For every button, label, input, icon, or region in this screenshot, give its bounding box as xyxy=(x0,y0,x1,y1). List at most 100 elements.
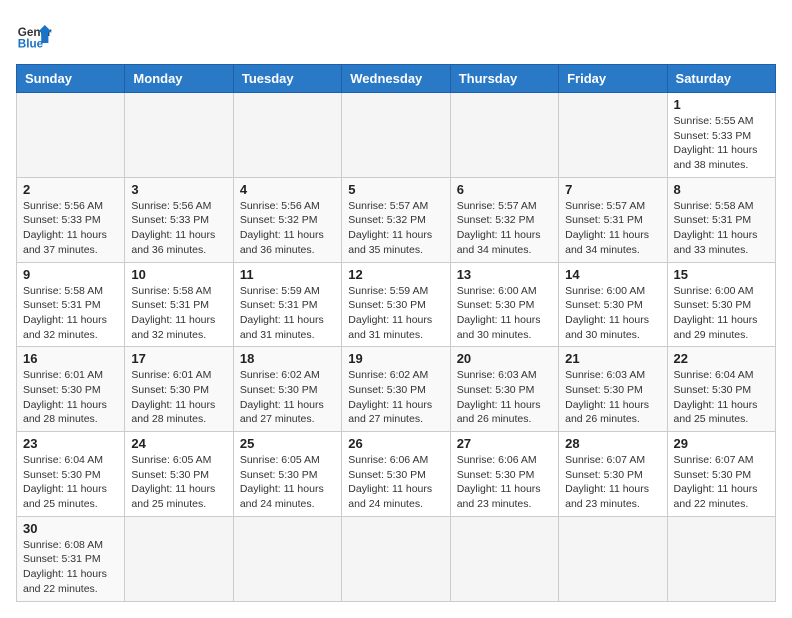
calendar-week-row: 16 Sunrise: 6:01 AMSunset: 5:30 PMDayligh… xyxy=(17,347,776,432)
day-number: 17 xyxy=(131,351,226,366)
day-info: Sunrise: 6:06 AMSunset: 5:30 PMDaylight:… xyxy=(348,453,443,512)
day-number: 8 xyxy=(674,182,769,197)
day-number: 18 xyxy=(240,351,335,366)
day-info: Sunrise: 6:07 AMSunset: 5:30 PMDaylight:… xyxy=(565,453,660,512)
day-info: Sunrise: 6:07 AMSunset: 5:30 PMDaylight:… xyxy=(674,453,769,512)
weekday-header-sunday: Sunday xyxy=(17,65,125,93)
calendar-cell: 17 Sunrise: 6:01 AMSunset: 5:30 PMDayligh… xyxy=(125,347,233,432)
day-number: 15 xyxy=(674,267,769,282)
calendar-cell: 26 Sunrise: 6:06 AMSunset: 5:30 PMDayligh… xyxy=(342,432,450,517)
day-info: Sunrise: 6:01 AMSunset: 5:30 PMDaylight:… xyxy=(23,368,118,427)
day-number: 10 xyxy=(131,267,226,282)
day-number: 6 xyxy=(457,182,552,197)
weekday-header-thursday: Thursday xyxy=(450,65,558,93)
day-info: Sunrise: 6:08 AMSunset: 5:31 PMDaylight:… xyxy=(23,538,118,597)
calendar-cell: 16 Sunrise: 6:01 AMSunset: 5:30 PMDayligh… xyxy=(17,347,125,432)
calendar-cell: 7 Sunrise: 5:57 AMSunset: 5:31 PMDaylight… xyxy=(559,177,667,262)
svg-text:Blue: Blue xyxy=(18,38,44,51)
calendar-cell xyxy=(233,516,341,601)
day-number: 19 xyxy=(348,351,443,366)
day-number: 16 xyxy=(23,351,118,366)
calendar-cell: 3Sunrise: 5:56 AMSunset: 5:33 PMDaylight… xyxy=(125,177,233,262)
calendar-cell: 27 Sunrise: 6:06 AMSunset: 5:30 PMDayligh… xyxy=(450,432,558,517)
day-info: Sunrise: 6:00 AMSunset: 5:30 PMDaylight:… xyxy=(674,284,769,343)
calendar-cell xyxy=(559,516,667,601)
calendar-week-row: 1Sunrise: 5:55 AMSunset: 5:33 PMDaylight… xyxy=(17,93,776,178)
day-info: Sunrise: 5:58 AMSunset: 5:31 PMDaylight:… xyxy=(674,199,769,258)
day-info: Sunrise: 6:02 AMSunset: 5:30 PMDaylight:… xyxy=(348,368,443,427)
calendar-cell: 12Sunrise: 5:59 AMSunset: 5:30 PMDayligh… xyxy=(342,262,450,347)
calendar-cell xyxy=(667,516,775,601)
calendar-week-row: 23 Sunrise: 6:04 AMSunset: 5:30 PMDayligh… xyxy=(17,432,776,517)
day-number: 22 xyxy=(674,351,769,366)
calendar-cell: 13Sunrise: 6:00 AMSunset: 5:30 PMDayligh… xyxy=(450,262,558,347)
calendar-cell: 28 Sunrise: 6:07 AMSunset: 5:30 PMDayligh… xyxy=(559,432,667,517)
calendar-cell: 18 Sunrise: 6:02 AMSunset: 5:30 PMDayligh… xyxy=(233,347,341,432)
calendar-cell: 24 Sunrise: 6:05 AMSunset: 5:30 PMDayligh… xyxy=(125,432,233,517)
day-info: Sunrise: 6:01 AMSunset: 5:30 PMDaylight:… xyxy=(131,368,226,427)
calendar-cell: 8 Sunrise: 5:58 AMSunset: 5:31 PMDaylight… xyxy=(667,177,775,262)
day-number: 23 xyxy=(23,436,118,451)
calendar-cell: 6 Sunrise: 5:57 AMSunset: 5:32 PMDaylight… xyxy=(450,177,558,262)
calendar-cell: 23 Sunrise: 6:04 AMSunset: 5:30 PMDayligh… xyxy=(17,432,125,517)
calendar-table: SundayMondayTuesdayWednesdayThursdayFrid… xyxy=(16,64,776,602)
calendar-cell xyxy=(450,93,558,178)
day-info: Sunrise: 5:59 AMSunset: 5:31 PMDaylight:… xyxy=(240,284,335,343)
day-number: 4 xyxy=(240,182,335,197)
day-number: 7 xyxy=(565,182,660,197)
weekday-header-row: SundayMondayTuesdayWednesdayThursdayFrid… xyxy=(17,65,776,93)
calendar-cell: 21 Sunrise: 6:03 AMSunset: 5:30 PMDayligh… xyxy=(559,347,667,432)
day-info: Sunrise: 6:06 AMSunset: 5:30 PMDaylight:… xyxy=(457,453,552,512)
calendar-cell: 14Sunrise: 6:00 AMSunset: 5:30 PMDayligh… xyxy=(559,262,667,347)
day-info: Sunrise: 5:57 AMSunset: 5:32 PMDaylight:… xyxy=(457,199,552,258)
calendar-cell: 25Sunrise: 6:05 AMSunset: 5:30 PMDayligh… xyxy=(233,432,341,517)
page-header: General Blue xyxy=(16,16,776,52)
calendar-cell: 1Sunrise: 5:55 AMSunset: 5:33 PMDaylight… xyxy=(667,93,775,178)
calendar-cell: 4 Sunrise: 5:56 AMSunset: 5:32 PMDaylight… xyxy=(233,177,341,262)
weekday-header-saturday: Saturday xyxy=(667,65,775,93)
day-number: 21 xyxy=(565,351,660,366)
day-number: 11 xyxy=(240,267,335,282)
calendar-cell: 22 Sunrise: 6:04 AMSunset: 5:30 PMDayligh… xyxy=(667,347,775,432)
day-number: 1 xyxy=(674,97,769,112)
calendar-cell: 15 Sunrise: 6:00 AMSunset: 5:30 PMDayligh… xyxy=(667,262,775,347)
day-info: Sunrise: 5:56 AMSunset: 5:32 PMDaylight:… xyxy=(240,199,335,258)
day-number: 29 xyxy=(674,436,769,451)
calendar-cell: 10 Sunrise: 5:58 AMSunset: 5:31 PMDayligh… xyxy=(125,262,233,347)
calendar-cell xyxy=(342,516,450,601)
day-number: 12 xyxy=(348,267,443,282)
day-number: 9 xyxy=(23,267,118,282)
day-info: Sunrise: 5:58 AMSunset: 5:31 PMDaylight:… xyxy=(23,284,118,343)
day-info: Sunrise: 6:02 AMSunset: 5:30 PMDaylight:… xyxy=(240,368,335,427)
day-info: Sunrise: 6:03 AMSunset: 5:30 PMDaylight:… xyxy=(565,368,660,427)
day-info: Sunrise: 6:05 AMSunset: 5:30 PMDaylight:… xyxy=(240,453,335,512)
calendar-cell: 2Sunrise: 5:56 AMSunset: 5:33 PMDaylight… xyxy=(17,177,125,262)
calendar-cell xyxy=(17,93,125,178)
calendar-cell: 11 Sunrise: 5:59 AMSunset: 5:31 PMDayligh… xyxy=(233,262,341,347)
day-number: 13 xyxy=(457,267,552,282)
day-info: Sunrise: 6:04 AMSunset: 5:30 PMDaylight:… xyxy=(674,368,769,427)
calendar-cell xyxy=(342,93,450,178)
logo-icon: General Blue xyxy=(16,16,52,52)
day-info: Sunrise: 5:56 AMSunset: 5:33 PMDaylight:… xyxy=(23,199,118,258)
calendar-week-row: 9 Sunrise: 5:58 AMSunset: 5:31 PMDaylight… xyxy=(17,262,776,347)
day-number: 27 xyxy=(457,436,552,451)
day-number: 28 xyxy=(565,436,660,451)
weekday-header-friday: Friday xyxy=(559,65,667,93)
day-info: Sunrise: 6:04 AMSunset: 5:30 PMDaylight:… xyxy=(23,453,118,512)
calendar-cell: 20Sunrise: 6:03 AMSunset: 5:30 PMDayligh… xyxy=(450,347,558,432)
day-info: Sunrise: 5:57 AMSunset: 5:31 PMDaylight:… xyxy=(565,199,660,258)
calendar-week-row: 30Sunrise: 6:08 AMSunset: 5:31 PMDayligh… xyxy=(17,516,776,601)
calendar-cell: 30Sunrise: 6:08 AMSunset: 5:31 PMDayligh… xyxy=(17,516,125,601)
day-number: 26 xyxy=(348,436,443,451)
calendar-cell xyxy=(125,93,233,178)
day-info: Sunrise: 5:58 AMSunset: 5:31 PMDaylight:… xyxy=(131,284,226,343)
calendar-week-row: 2Sunrise: 5:56 AMSunset: 5:33 PMDaylight… xyxy=(17,177,776,262)
day-number: 24 xyxy=(131,436,226,451)
calendar-cell: 19 Sunrise: 6:02 AMSunset: 5:30 PMDayligh… xyxy=(342,347,450,432)
day-info: Sunrise: 6:05 AMSunset: 5:30 PMDaylight:… xyxy=(131,453,226,512)
day-number: 20 xyxy=(457,351,552,366)
day-info: Sunrise: 5:56 AMSunset: 5:33 PMDaylight:… xyxy=(131,199,226,258)
calendar-cell xyxy=(125,516,233,601)
weekday-header-tuesday: Tuesday xyxy=(233,65,341,93)
